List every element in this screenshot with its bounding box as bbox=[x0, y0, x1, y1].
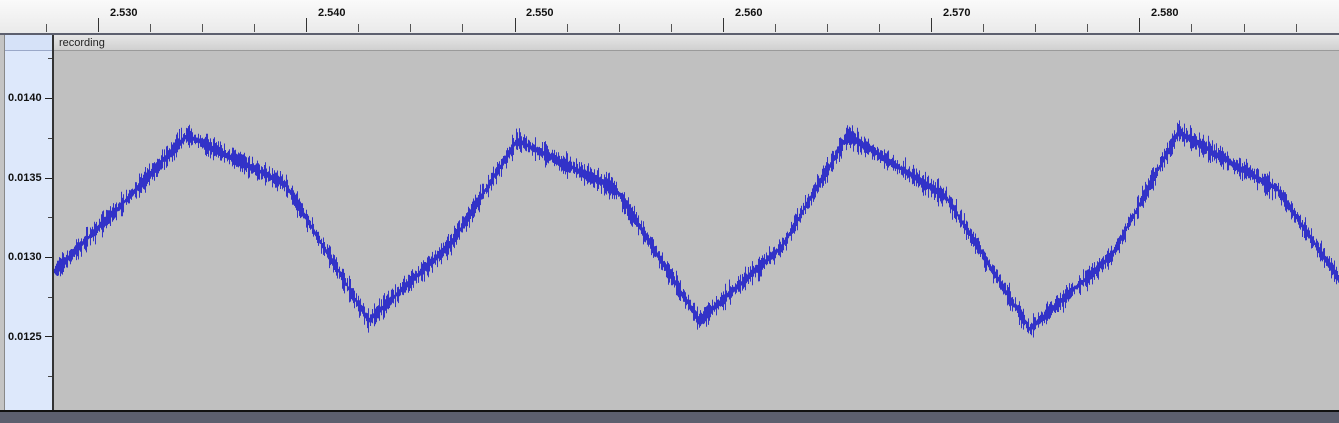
timeline-major-tick bbox=[98, 18, 99, 32]
amplitude-tick-label: 0.0130 bbox=[8, 251, 42, 263]
timeline-tick-label: 2.570 bbox=[943, 7, 971, 19]
timeline-minor-tick bbox=[671, 24, 672, 32]
amplitude-tick-label: 0.0140 bbox=[8, 92, 42, 104]
timeline-major-tick bbox=[1139, 18, 1140, 32]
waveform-panel[interactable]: recording bbox=[54, 35, 1339, 411]
timeline-minor-tick bbox=[46, 24, 47, 32]
timeline-minor-tick bbox=[983, 24, 984, 32]
timeline-minor-tick bbox=[1035, 24, 1036, 32]
timeline-major-tick bbox=[931, 18, 932, 32]
timeline-major-tick bbox=[515, 18, 516, 32]
timeline-minor-tick bbox=[410, 24, 411, 32]
timeline-minor-tick bbox=[827, 24, 828, 32]
timeline-minor-tick bbox=[202, 24, 203, 32]
timeline-tick-label: 2.580 bbox=[1151, 7, 1179, 19]
timeline-minor-tick bbox=[1296, 24, 1297, 32]
amplitude-major-tick bbox=[45, 257, 52, 258]
timeline-minor-tick bbox=[619, 24, 620, 32]
amplitude-major-tick bbox=[45, 178, 52, 179]
timeline-minor-tick bbox=[879, 24, 880, 32]
amplitude-minor-tick bbox=[48, 138, 52, 139]
audio-track[interactable]: 0.0140 0.0135 0.0130 0.0125 recording bbox=[0, 35, 1339, 411]
timeline-major-tick bbox=[723, 18, 724, 32]
amplitude-minor-tick bbox=[48, 297, 52, 298]
amplitude-ruler-header bbox=[5, 35, 52, 51]
waveform-trace bbox=[54, 120, 1339, 338]
amplitude-major-tick bbox=[45, 98, 52, 99]
timeline-minor-tick bbox=[254, 24, 255, 32]
timeline-minor-tick bbox=[358, 24, 359, 32]
timeline-minor-tick bbox=[150, 24, 151, 32]
amplitude-minor-tick bbox=[48, 217, 52, 218]
timeline-tick-label: 2.550 bbox=[526, 7, 554, 19]
clip-title-bar[interactable]: recording bbox=[54, 35, 1339, 51]
amplitude-minor-tick bbox=[48, 58, 52, 59]
amplitude-tick-label: 0.0125 bbox=[8, 331, 42, 343]
amplitude-tick-label: 0.0135 bbox=[8, 172, 42, 184]
timeline-major-tick bbox=[306, 18, 307, 32]
clip-name: recording bbox=[59, 37, 105, 49]
timeline-tick-label: 2.540 bbox=[318, 7, 346, 19]
timeline-tick-label: 2.560 bbox=[735, 7, 763, 19]
waveform-plot[interactable] bbox=[54, 35, 1339, 411]
timeline-minor-tick bbox=[1244, 24, 1245, 32]
timeline-minor-tick bbox=[1191, 24, 1192, 32]
timeline-ruler[interactable]: 2.530 2.540 2.550 2.560 2.570 2.580 bbox=[0, 0, 1339, 34]
timeline-minor-tick bbox=[462, 24, 463, 32]
amplitude-ruler[interactable]: 0.0140 0.0135 0.0130 0.0125 bbox=[5, 35, 54, 411]
timeline-minor-tick bbox=[567, 24, 568, 32]
amplitude-minor-tick bbox=[48, 376, 52, 377]
timeline-tick-label: 2.530 bbox=[110, 7, 138, 19]
amplitude-major-tick bbox=[45, 336, 52, 337]
track-spacer bbox=[0, 412, 1339, 423]
timeline-minor-tick bbox=[775, 24, 776, 32]
timeline-minor-tick bbox=[1087, 24, 1088, 32]
